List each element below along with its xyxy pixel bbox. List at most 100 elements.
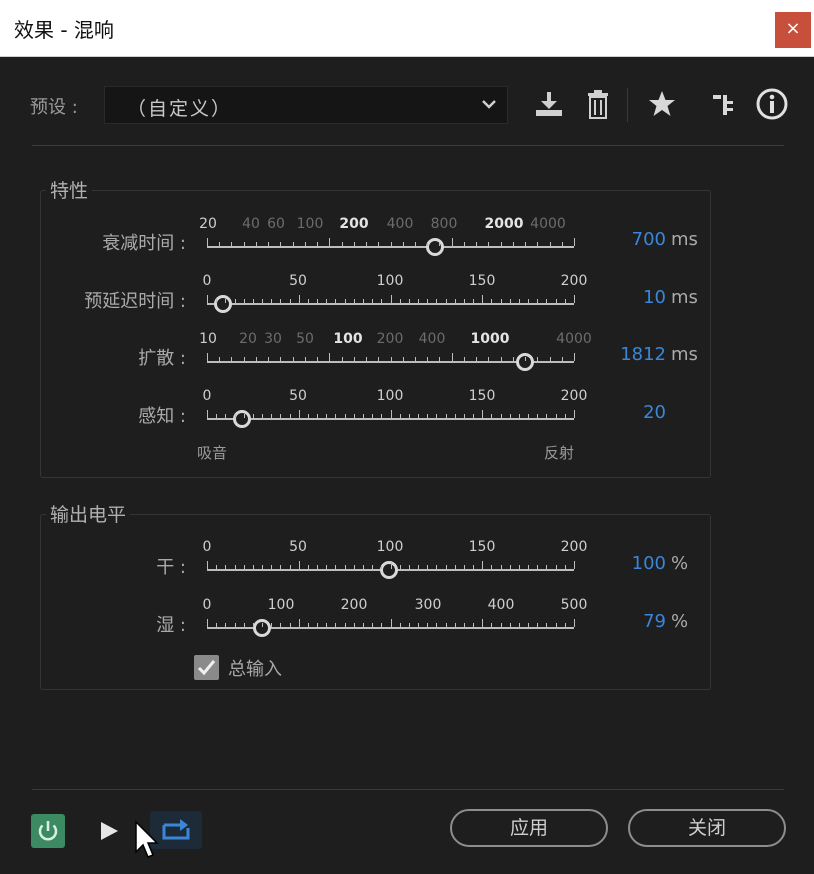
decay-tick-label: 800 bbox=[430, 216, 458, 232]
diffusion-tick-mark bbox=[439, 357, 440, 361]
favorite-button[interactable] bbox=[644, 86, 680, 122]
close-button[interactable]: 关闭 bbox=[628, 809, 786, 847]
dry-tick-mark bbox=[482, 561, 483, 569]
dry-tick-mark bbox=[381, 565, 382, 569]
predelay-thumb[interactable] bbox=[214, 295, 232, 313]
wet-tick-mark bbox=[335, 623, 336, 627]
predelay-tick-mark bbox=[400, 299, 401, 303]
wet-tick-label: 500 bbox=[560, 597, 588, 613]
wet-tick-label: 100 bbox=[267, 597, 295, 613]
routing-button[interactable] bbox=[706, 86, 742, 122]
decay-tick-mark bbox=[562, 242, 563, 246]
perception-tick-mark bbox=[574, 410, 575, 418]
predelay-tick-mark bbox=[391, 295, 392, 303]
play-button[interactable] bbox=[92, 814, 126, 848]
diffusion-tick-mark bbox=[329, 353, 330, 361]
predelay-tick-mark bbox=[345, 299, 346, 303]
diffusion-value[interactable]: 1812 bbox=[586, 344, 666, 365]
save-preset-icon bbox=[536, 92, 562, 116]
diffusion-thumb[interactable] bbox=[516, 353, 534, 371]
perception-tick-mark bbox=[455, 414, 456, 418]
wet-tick-mark bbox=[565, 623, 566, 627]
wet-tick-mark bbox=[372, 623, 373, 627]
decay-tick-label: 2000 bbox=[484, 216, 524, 232]
wet-tick-mark bbox=[317, 623, 318, 627]
dry-value[interactable]: 100 bbox=[586, 553, 666, 574]
decay-tick-mark bbox=[488, 242, 489, 246]
predelay-tick-mark bbox=[244, 299, 245, 303]
apply-button[interactable]: 应用 bbox=[450, 809, 608, 847]
perception-value[interactable]: 20 bbox=[586, 402, 666, 423]
wet-tick-mark bbox=[537, 623, 538, 627]
decay-tick-mark bbox=[476, 242, 477, 246]
predelay-tick-mark bbox=[363, 299, 364, 303]
diffusion-tick-label: 20 bbox=[239, 331, 257, 347]
perception-tick-mark bbox=[235, 414, 236, 418]
decay-tick-mark bbox=[317, 242, 318, 246]
power-toggle-button[interactable] bbox=[31, 814, 65, 848]
decay-value[interactable]: 700 bbox=[586, 229, 666, 250]
wet-tick-label: 300 bbox=[414, 597, 442, 613]
decay-tick-mark bbox=[354, 242, 355, 246]
title-bar: 效果 - 混响 × bbox=[0, 0, 814, 57]
diffusion-tick-mark bbox=[391, 357, 392, 361]
diffusion-tick-label: 1000 bbox=[470, 331, 510, 347]
predelay-tick-mark bbox=[501, 299, 502, 303]
decay-tick-label: 400 bbox=[386, 216, 414, 232]
wet-value[interactable]: 79 bbox=[586, 611, 666, 632]
diffusion-tick-mark bbox=[219, 357, 220, 361]
wet-tick-mark bbox=[427, 623, 428, 627]
wet-tick-mark bbox=[482, 619, 483, 627]
perception-tick-mark bbox=[391, 410, 392, 418]
predelay-tick-mark bbox=[446, 299, 447, 303]
perception-tick-mark bbox=[501, 414, 502, 418]
dry-tick-mark bbox=[308, 565, 309, 569]
dry-tick-mark bbox=[235, 565, 236, 569]
window-title: 效果 - 混响 bbox=[14, 18, 114, 42]
perception-tick-mark bbox=[436, 414, 437, 418]
wet-tick-mark bbox=[326, 623, 327, 627]
predelay-tick-mark bbox=[253, 299, 254, 303]
diffusion-tick-mark bbox=[354, 357, 355, 361]
wet-tick-mark bbox=[546, 623, 547, 627]
chevron-down-icon bbox=[482, 100, 496, 109]
wet-thumb[interactable] bbox=[253, 619, 271, 637]
delete-preset-button[interactable] bbox=[580, 86, 616, 122]
diffusion-tick-mark bbox=[231, 357, 232, 361]
delete-icon bbox=[588, 90, 608, 119]
decay-tick-mark bbox=[342, 242, 343, 246]
dry-tick-label: 0 bbox=[202, 539, 212, 555]
routing-icon bbox=[713, 95, 733, 115]
dry-tick-mark bbox=[253, 565, 254, 569]
wet-tick-mark bbox=[299, 619, 300, 627]
dry-tick-mark bbox=[207, 561, 208, 569]
perception-tick-label: 100 bbox=[376, 388, 404, 404]
wet-tick-mark bbox=[253, 623, 254, 627]
predelay-tick-mark bbox=[418, 299, 419, 303]
predelay-track bbox=[207, 303, 574, 305]
preset-dropdown[interactable]: （自定义） bbox=[104, 86, 508, 124]
window-close-button[interactable]: × bbox=[775, 12, 811, 48]
decay-tick-mark bbox=[574, 238, 575, 246]
predelay-tick-mark bbox=[455, 299, 456, 303]
play-icon bbox=[101, 822, 118, 840]
save-preset-button[interactable] bbox=[531, 86, 567, 122]
info-button[interactable] bbox=[754, 86, 790, 122]
predelay-unit: ms bbox=[671, 287, 698, 308]
diffusion-unit: ms bbox=[671, 344, 698, 365]
dry-tick-mark bbox=[565, 565, 566, 569]
predelay-tick-mark bbox=[473, 299, 474, 303]
dry-thumb[interactable] bbox=[380, 561, 398, 579]
decay-thumb[interactable] bbox=[426, 238, 444, 256]
perception-track bbox=[207, 418, 574, 420]
predelay-tick-mark bbox=[482, 295, 483, 303]
wet-tick-mark bbox=[216, 623, 217, 627]
master-input-checkbox[interactable] bbox=[194, 655, 219, 680]
predelay-tick-mark bbox=[546, 299, 547, 303]
predelay-value[interactable]: 10 bbox=[586, 287, 666, 308]
diffusion-tick-mark bbox=[550, 357, 551, 361]
wet-tick-mark bbox=[574, 619, 575, 627]
perception-thumb[interactable] bbox=[233, 410, 251, 428]
dry-tick-mark bbox=[501, 565, 502, 569]
decay-tick-mark bbox=[256, 242, 257, 246]
